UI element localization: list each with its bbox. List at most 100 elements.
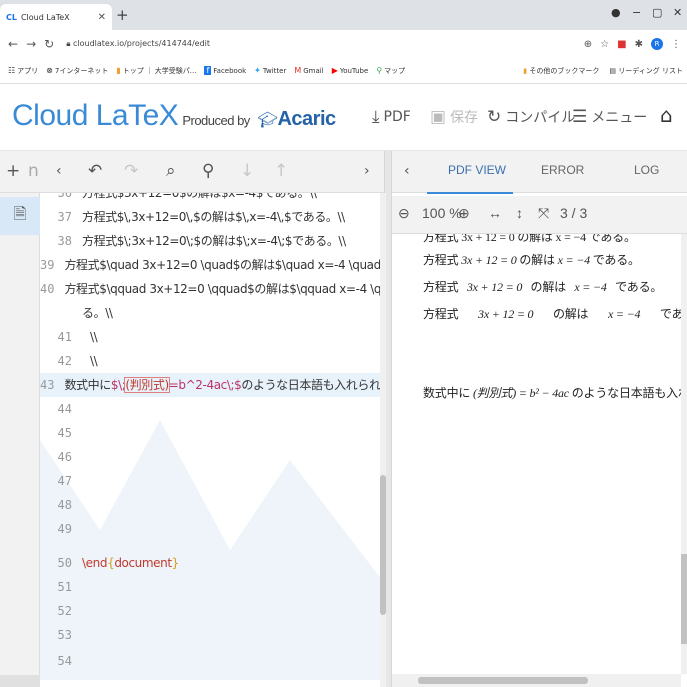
page-indicator: 3 / 3: [560, 205, 588, 221]
apps-grid-icon: ☷: [8, 66, 16, 75]
reload-icon[interactable]: ↻: [44, 37, 54, 51]
chevron-left-icon[interactable]: ‹: [56, 163, 62, 179]
tab-log[interactable]: LOG: [634, 163, 659, 177]
redo-icon[interactable]: ↷: [124, 161, 138, 181]
code-line: 50 \end{document}: [57, 556, 180, 570]
close-tab-icon[interactable]: ✕: [98, 12, 106, 23]
fit-width-icon[interactable]: ↔: [488, 205, 502, 221]
horizontal-scrollbar[interactable]: [0, 675, 40, 687]
code-line: 36 方程式$3x+12=0$の解は$x=-4$である。\\: [57, 193, 317, 200]
refresh-icon: ↻: [487, 107, 502, 127]
code-line: 40 方程式$\qquad 3x+12=0 \qquad$の解は$\qquad x…: [40, 282, 382, 296]
minimize-icon[interactable]: −: [632, 6, 641, 19]
pdf-panel-chevron-left-icon[interactable]: ‹: [404, 163, 410, 179]
file-sidebar: 🗎︎: [0, 193, 40, 687]
globe-icon: ⊗: [46, 66, 53, 75]
url-text: cloudlatex.io/projects/414744/edit: [73, 39, 211, 48]
arrow-up-icon[interactable]: ↑: [274, 161, 288, 181]
compile-button[interactable]: ↻ コンパイル: [487, 107, 575, 127]
home-icon[interactable]: ⌂: [660, 103, 673, 127]
pdf-viewer[interactable]: 方程式 3x + 12 = 0 の解は x = −4 である。 方程式 3x +…: [392, 234, 681, 674]
pdf-scrollbar[interactable]: [681, 234, 687, 674]
reading-list-icon: ▤: [609, 67, 617, 75]
star-icon[interactable]: ☆: [600, 39, 609, 50]
tab-error[interactable]: ERROR: [541, 163, 584, 177]
bookmark-maps[interactable]: ⚲ マップ: [376, 66, 405, 76]
save-icon: ▣: [430, 107, 447, 127]
reading-list[interactable]: ▤ リーディング リスト: [609, 66, 683, 76]
code-line: 37 方程式$\,3x+12=0\,$の解は$\,x=-4\,$である。\\: [57, 210, 346, 224]
folder-tab-icon[interactable]: n: [28, 161, 39, 181]
save-button[interactable]: ▣ 保存: [430, 107, 478, 127]
pdf-text-line: 方程式 3x + 12 = 0 の解は x = −4 である。: [423, 280, 663, 294]
back-icon[interactable]: ←: [8, 37, 18, 51]
code-line: 53: [57, 628, 72, 642]
zoom-icon[interactable]: ⊕: [584, 39, 592, 50]
hamburger-icon: ☰: [572, 107, 588, 127]
menu-button[interactable]: ☰ メニュー: [572, 107, 647, 127]
more-icon[interactable]: ⋮: [671, 39, 681, 50]
pdf-text-line: 方程式 3x + 12 = 0 の解は x = −4 である。: [423, 234, 636, 244]
code-line: 46: [57, 450, 72, 464]
editor-scrollbar[interactable]: [380, 193, 386, 687]
lock-icon: 🔒︎: [66, 39, 73, 48]
pdf-horizontal-scrollbar[interactable]: [392, 674, 681, 687]
cloudlatex-favicon-icon: CL: [6, 12, 17, 22]
fit-page-icon[interactable]: ⤧: [538, 205, 549, 222]
gmail-icon: M: [294, 66, 302, 75]
code-line: 38 方程式$\;3x+12=0\;$の解は$\;x=-4\;$である。\\: [57, 234, 347, 248]
tab-title: Cloud LaTeX: [20, 12, 70, 22]
bookmark-gmail[interactable]: M Gmail: [294, 66, 323, 75]
bookmark-apps[interactable]: ☷ アプリ: [8, 66, 38, 76]
profile-menu-icon[interactable]: ●: [611, 6, 621, 19]
youtube-icon: ▶: [331, 66, 338, 75]
bookmark-twitter[interactable]: ✦ Twitter: [254, 66, 286, 75]
chevron-right-icon[interactable]: ›: [364, 163, 370, 179]
maximize-icon[interactable]: ▢: [652, 6, 662, 19]
arrow-down-icon[interactable]: ↓: [240, 161, 254, 181]
avatar[interactable]: R: [651, 38, 663, 50]
browser-tabstrip: CL Cloud LaTeX ✕ + ● − ▢ ✕: [0, 0, 687, 30]
scrollbar-thumb[interactable]: [380, 475, 386, 615]
address-bar: ← → ↻ 🔒︎ cloudlatex.io/projects/414744/e…: [0, 30, 687, 58]
url-input[interactable]: 🔒︎ cloudlatex.io/projects/414744/edit: [66, 39, 584, 49]
search-replace-icon[interactable]: ⌕: [166, 161, 176, 181]
code-line: 39 方程式$\quad 3x+12=0 \quad$の解は$\quad x=-4…: [40, 258, 382, 272]
code-line-active: 43 数式中に$\;(判別式)=b^2-4ac\;$のような日本語も入れられる。: [40, 373, 382, 397]
extensions-icon[interactable]: ✱: [635, 39, 643, 50]
extension-pdf-icon[interactable]: ■: [617, 39, 626, 50]
search-icon[interactable]: ⚲: [202, 161, 214, 181]
bookmark-top[interactable]: ▮ トップ｜大学受験パ...: [116, 66, 196, 76]
zoom-in-icon[interactable]: ⊕: [458, 205, 470, 222]
code-line: 41 \\: [57, 330, 98, 344]
close-window-icon[interactable]: ✕: [673, 6, 682, 19]
maps-icon: ⚲: [376, 66, 383, 75]
tab-pdf-view[interactable]: PDF VIEW: [448, 163, 506, 177]
zoom-out-icon[interactable]: ⊖: [398, 205, 410, 222]
bookmark-youtube[interactable]: ▶ YouTube: [332, 66, 369, 75]
cloudlatex-logo[interactable]: Cloud LaTeX Produced by 🎓︎Acaric: [12, 99, 336, 133]
folder-icon: ▮: [523, 67, 528, 75]
pdf-text-line: 方程式 3x + 12 = 0 の解は x = −4 である。: [423, 253, 640, 267]
new-tab-icon[interactable]: +: [116, 6, 129, 24]
scrollbar-thumb[interactable]: [418, 677, 588, 684]
undo-icon[interactable]: ↶: [88, 161, 102, 181]
browser-tab[interactable]: CL Cloud LaTeX ✕: [0, 4, 112, 30]
code-line: 48: [57, 498, 72, 512]
file-icon[interactable]: 🗎︎: [0, 197, 40, 235]
zoom-level: 100 %: [422, 205, 462, 221]
code-editor[interactable]: 36 方程式$3x+12=0$の解は$x=-4$である。\\ 37 方程式$\,3x…: [40, 193, 382, 680]
bookmark-internet[interactable]: ⊗ 7インターネット: [46, 66, 108, 76]
pdf-download-button[interactable]: ⤓ PDF: [372, 107, 411, 127]
fit-height-icon[interactable]: ↕: [516, 205, 523, 221]
bookmark-facebook[interactable]: f Facebook: [204, 66, 246, 75]
other-bookmarks[interactable]: ▮ その他のブックマーク: [523, 66, 599, 76]
pdf-text-line: 方程式 3x + 12 = 0 の解は x = −4 である。: [423, 307, 681, 321]
code-line: 44: [57, 402, 72, 416]
active-tab-indicator: [427, 192, 513, 194]
add-file-icon[interactable]: +: [6, 161, 20, 181]
scrollbar-thumb[interactable]: [681, 554, 687, 644]
download-icon: ⤓: [372, 107, 380, 127]
forward-icon[interactable]: →: [26, 37, 36, 51]
code-line: 45: [57, 426, 72, 440]
